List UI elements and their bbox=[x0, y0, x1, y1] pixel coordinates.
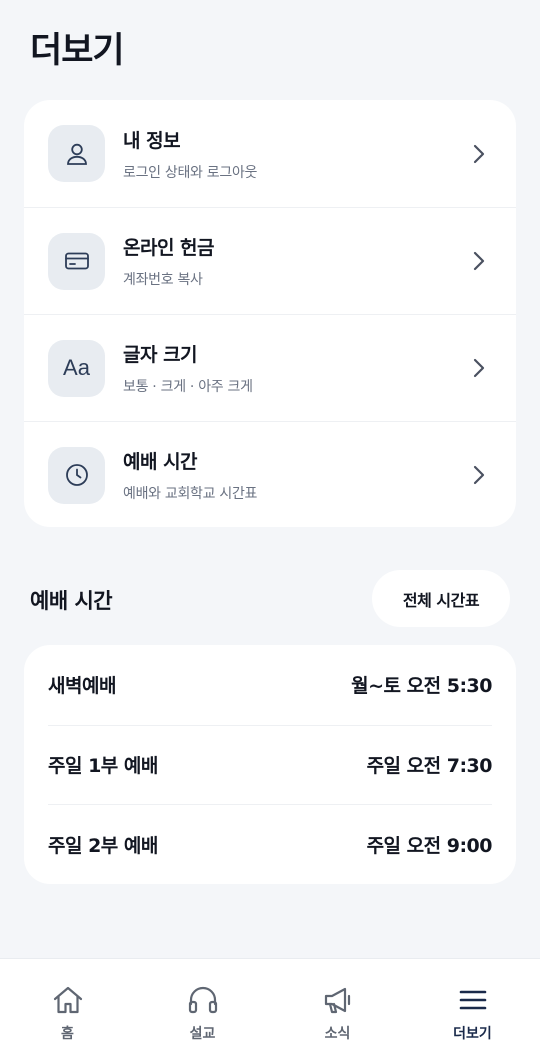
menu-item-title: 예배 시간 bbox=[123, 451, 198, 473]
schedule-name: 새벽예배 bbox=[48, 675, 116, 698]
menu-item-title: 글자 크기 bbox=[123, 344, 198, 366]
nav-item-sermon[interactable]: 설교 bbox=[135, 959, 270, 1054]
nav-label: 소식 bbox=[324, 1026, 351, 1042]
chevron-right-icon bbox=[473, 251, 485, 271]
page-title: 더보기 bbox=[30, 31, 125, 71]
chevron-right-icon bbox=[473, 465, 485, 485]
nav-item-more[interactable]: 더보기 bbox=[405, 959, 540, 1054]
clock-icon bbox=[48, 446, 105, 504]
schedule-time: 월~토 오전 5:30 bbox=[351, 675, 492, 698]
menu-card: 내 정보 로그인 상태와 로그아웃 온라인 헌금 계좌번호 복사 Aa 글자 크… bbox=[24, 100, 516, 527]
schedule-time: 주일 오전 9:00 bbox=[366, 834, 493, 857]
menu-item-online-offering[interactable]: 온라인 헌금 계좌번호 복사 bbox=[24, 207, 516, 314]
schedule-row: 새벽예배 월~토 오전 5:30 bbox=[48, 645, 492, 725]
card-icon bbox=[48, 232, 105, 290]
nav-item-home[interactable]: 홈 bbox=[0, 959, 135, 1054]
font-size-icon: Aa bbox=[48, 339, 105, 397]
more-page: 더보기 내 정보 로그인 상태와 로그아웃 온라인 헌금 계좌번호 복사 Aa … bbox=[0, 0, 540, 1054]
chevron-right-icon bbox=[473, 358, 485, 378]
font-size-glyph: Aa bbox=[63, 355, 90, 380]
full-schedule-button[interactable]: 전체 시간표 bbox=[372, 570, 510, 627]
menu-item-subtitle: 보통 · 크게 · 아주 크게 bbox=[123, 379, 253, 395]
menu-item-subtitle: 예배와 교회학교 시간표 bbox=[123, 486, 258, 502]
schedule-row: 주일 1부 예배 주일 오전 7:30 bbox=[48, 724, 493, 805]
menu-item-worship-time[interactable]: 예배 시간 예배와 교회학교 시간표 bbox=[24, 421, 516, 528]
menu-item-subtitle: 로그인 상태와 로그아웃 bbox=[123, 164, 258, 181]
menu-item-title: 온라인 헌금 bbox=[123, 237, 215, 259]
nav-label: 홈 bbox=[61, 1026, 74, 1042]
user-icon bbox=[48, 125, 105, 182]
menu-item-subtitle: 계좌번호 복사 bbox=[123, 272, 203, 288]
schedule-time: 주일 오전 7:30 bbox=[366, 755, 493, 778]
headphones-icon bbox=[188, 986, 217, 1014]
worship-schedule-card: 새벽예배 월~토 오전 5:30 주일 1부 예배 주일 오전 7:30 주일 … bbox=[24, 645, 516, 884]
nav-item-news[interactable]: 소식 bbox=[270, 959, 405, 1054]
nav-label: 더보기 bbox=[453, 1026, 492, 1042]
schedule-name: 주일 1부 예배 bbox=[48, 755, 158, 778]
menu-item-my-info[interactable]: 내 정보 로그인 상태와 로그아웃 bbox=[24, 100, 516, 207]
schedule-name: 주일 2부 예배 bbox=[48, 834, 158, 857]
nav-label: 설교 bbox=[189, 1026, 216, 1042]
schedule-row: 주일 2부 예배 주일 오전 9:00 bbox=[48, 804, 493, 884]
home-icon bbox=[53, 986, 82, 1014]
menu-icon bbox=[459, 990, 486, 1010]
menu-item-title: 내 정보 bbox=[123, 129, 181, 152]
megaphone-icon bbox=[324, 987, 350, 1014]
menu-item-font-size[interactable]: Aa 글자 크기 보통 · 크게 · 아주 크게 bbox=[24, 314, 516, 421]
chevron-right-icon bbox=[473, 144, 485, 163]
worship-section-title: 예배 시간 bbox=[30, 589, 113, 613]
bottom-navigation: 홈 설교 소식 더보기 bbox=[0, 958, 540, 1054]
